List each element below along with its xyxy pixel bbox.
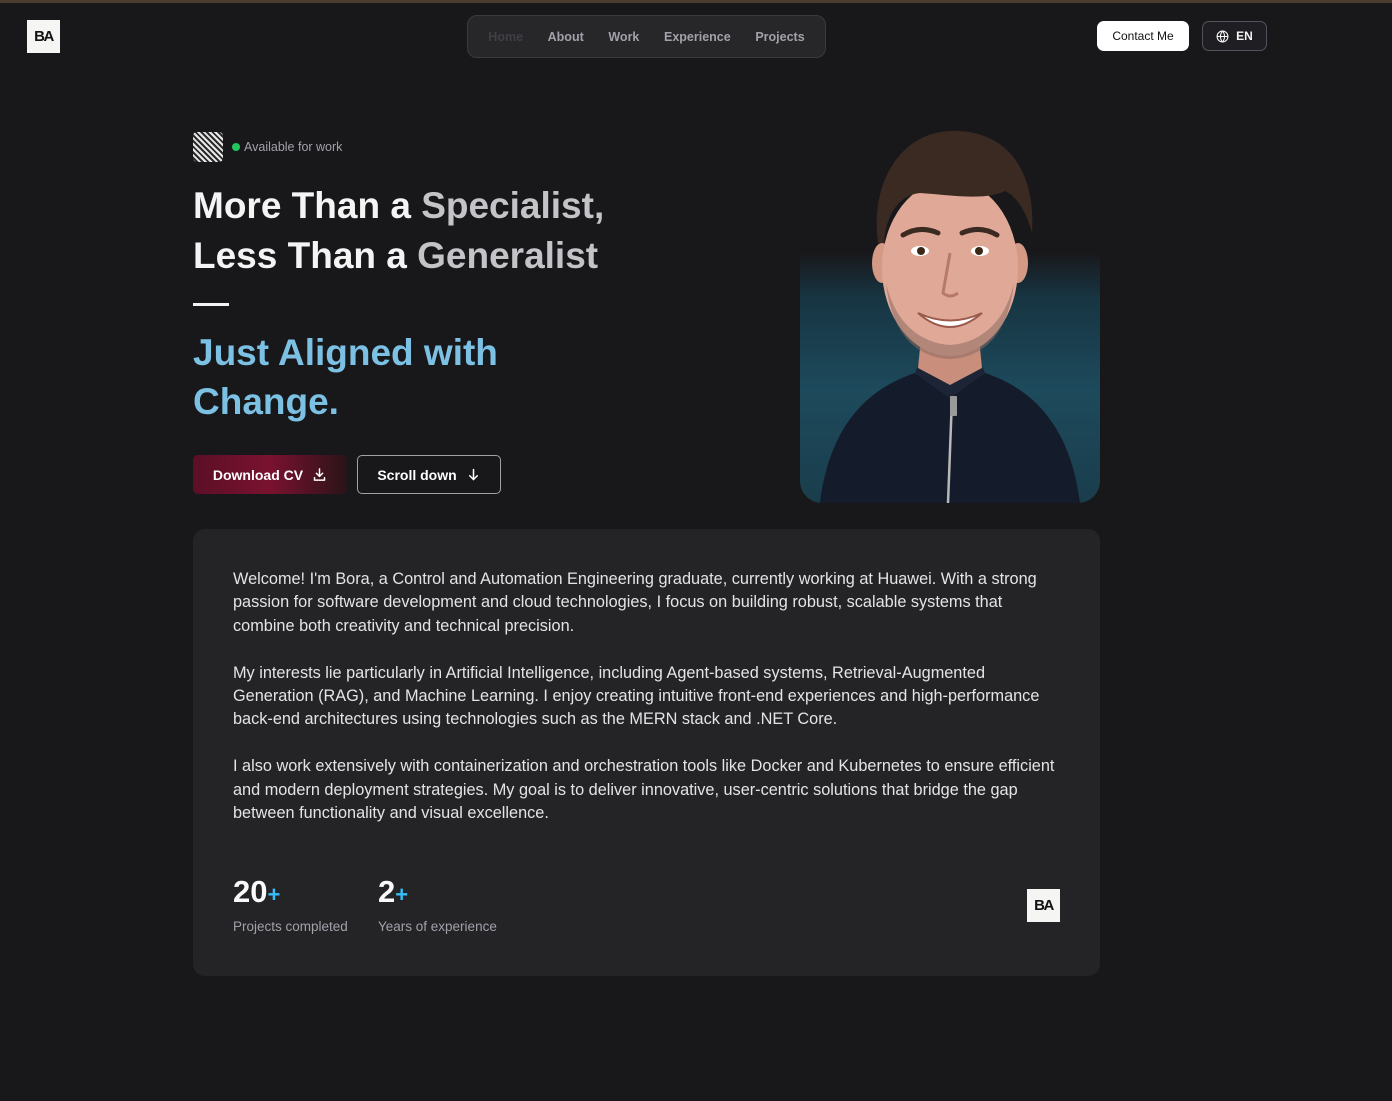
stat-label: Projects completed	[233, 919, 348, 934]
bio-paragraph: Welcome! I'm Bora, a Control and Automat…	[233, 570, 1037, 635]
about-card: Welcome! I'm Bora, a Control and Automat…	[193, 529, 1100, 976]
status-text: Available for work	[244, 140, 343, 154]
language-button[interactable]: EN	[1202, 21, 1267, 51]
title-line1-b: Specialist,	[421, 185, 605, 226]
main-nav: Home About Work Experience Projects	[467, 15, 826, 58]
hero-accent: Just Aligned with Change.	[193, 328, 613, 426]
download-icon	[313, 468, 326, 481]
stat-suffix: +	[267, 882, 281, 907]
nav-projects[interactable]: Projects	[751, 24, 808, 50]
download-cv-button[interactable]: Download CV	[193, 455, 347, 494]
stat-years: 2+ Years of experience	[378, 872, 497, 934]
scroll-down-button[interactable]: Scroll down	[357, 455, 501, 494]
title-line2-b: Generalist	[417, 235, 599, 276]
card-logo: BA	[1027, 889, 1060, 922]
download-cv-label: Download CV	[212, 466, 304, 483]
accent-line1: Just Aligned with	[193, 332, 498, 373]
divider	[193, 303, 229, 306]
nav-work[interactable]: Work	[604, 24, 643, 50]
bio-paragraph: I also work extensively with containeriz…	[233, 757, 1055, 823]
stat-value: 2+	[378, 872, 497, 915]
accent-line2: Change.	[193, 381, 339, 422]
bio: Welcome! I'm Bora, a Control and Automat…	[233, 568, 1063, 849]
nav-experience[interactable]: Experience	[660, 24, 735, 50]
bio-paragraph: My interests lie particularly in Artific…	[233, 663, 1040, 729]
stat-label: Years of experience	[378, 919, 497, 934]
globe-icon	[1216, 29, 1229, 43]
stat-number: 20	[233, 874, 268, 909]
stat-value: 20+	[233, 872, 348, 915]
hero-title: More Than a Specialist, Less Than a Gene…	[193, 181, 713, 281]
nav-home[interactable]: Home	[484, 24, 527, 50]
availability-status: Available for work	[193, 132, 342, 162]
language-label: EN	[1236, 29, 1253, 43]
portrait-photo	[800, 123, 1100, 503]
title-line2-a: Less Than a	[193, 235, 418, 276]
nav-about[interactable]: About	[544, 24, 588, 50]
stat-projects: 20+ Projects completed	[233, 872, 348, 934]
logo[interactable]: BA	[27, 20, 60, 53]
status-dot-icon	[232, 143, 240, 151]
title-line1-a: More Than a	[193, 185, 422, 226]
stat-number: 2	[378, 874, 396, 909]
contact-me-button[interactable]: Contact Me	[1097, 21, 1189, 51]
stat-suffix: +	[395, 882, 409, 907]
scroll-down-label: Scroll down	[377, 466, 457, 483]
arrow-down-icon	[468, 468, 478, 481]
avatar	[193, 132, 223, 162]
